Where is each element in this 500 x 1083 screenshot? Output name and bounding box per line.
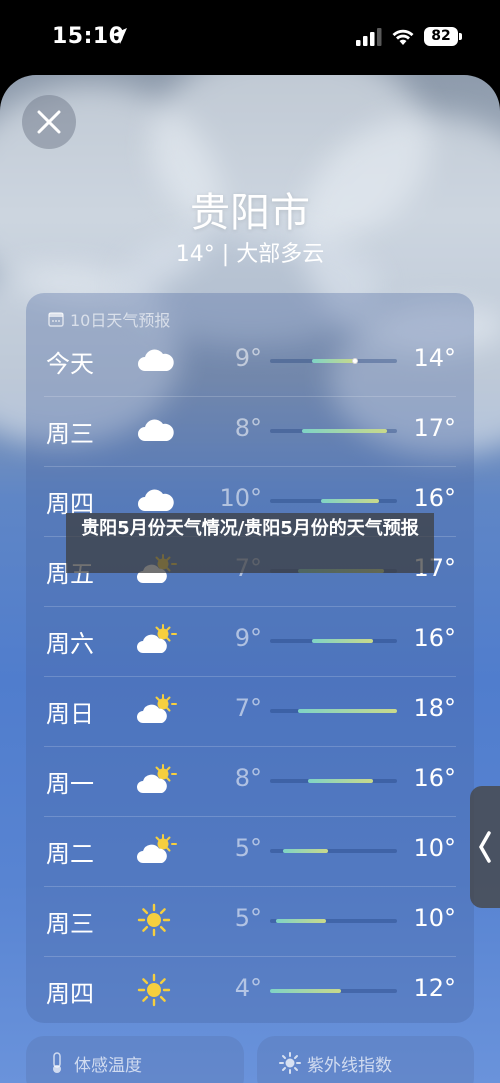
high-temp: 16° xyxy=(413,764,456,792)
low-temp: 8° xyxy=(234,764,262,792)
feels-like-label: 体感温度 xyxy=(74,1056,142,1076)
day-label: 周日 xyxy=(46,700,94,728)
ten-day-forecast-card: 10日天气预报 今天9°14°周三8°17°周四10°16°周五7°17°周六9… xyxy=(26,293,474,1023)
temp-range-track xyxy=(270,919,397,923)
temp-range-fill xyxy=(276,919,326,923)
high-temp: 12° xyxy=(413,974,456,1002)
day-label: 周一 xyxy=(46,770,94,798)
low-temp: 4° xyxy=(234,974,262,1002)
temp-range-fill xyxy=(320,499,380,503)
high-temp: 10° xyxy=(413,904,456,932)
temp-range-track xyxy=(270,989,397,993)
city-name: 贵阳市 xyxy=(190,190,310,236)
cellular-signal-icon xyxy=(356,28,382,46)
forecast-row[interactable]: 今天 9° 14° xyxy=(26,326,474,396)
row-divider xyxy=(44,746,456,747)
high-temp: 14° xyxy=(413,344,456,372)
high-temp: 16° xyxy=(413,484,456,512)
calendar-icon xyxy=(48,312,64,327)
low-temp: 5° xyxy=(234,834,262,862)
temp-range-track xyxy=(270,358,397,364)
location-arrow-icon xyxy=(111,28,127,44)
partly-sunny-icon xyxy=(136,832,177,868)
forecast-row[interactable]: 周二 5° 10° xyxy=(26,816,474,886)
temp-range-fill xyxy=(301,429,387,433)
temp-range-track xyxy=(270,429,397,433)
forecast-row[interactable]: 周三 5° 10° xyxy=(26,886,474,956)
day-label: 周二 xyxy=(46,840,94,868)
side-handle[interactable] xyxy=(470,786,500,908)
temp-range-fill xyxy=(297,709,397,713)
high-temp: 18° xyxy=(413,694,456,722)
high-temp: 17° xyxy=(413,414,456,442)
low-temp: 7° xyxy=(234,694,262,722)
uv-index-card[interactable]: 紫外线指数 xyxy=(257,1036,474,1083)
row-divider xyxy=(44,816,456,817)
partly-sunny-icon xyxy=(136,762,177,798)
thermometer-icon xyxy=(53,1052,61,1073)
forecast-row[interactable]: 周一 8° 16° xyxy=(26,746,474,816)
row-divider xyxy=(44,606,456,607)
low-temp: 8° xyxy=(234,414,262,442)
row-divider xyxy=(44,466,456,467)
temp-range-track xyxy=(270,779,397,783)
sun-icon xyxy=(136,972,176,1008)
day-label: 周四 xyxy=(46,980,94,1008)
day-label: 周三 xyxy=(46,420,94,448)
current-summary: 14° | 大部多云 xyxy=(175,242,325,267)
temp-range-track xyxy=(270,499,397,503)
temp-range-fill xyxy=(270,989,342,993)
forecast-row[interactable]: 周六 9° 16° xyxy=(26,606,474,676)
cloud-icon xyxy=(136,342,176,378)
partly-sunny-icon xyxy=(136,622,177,658)
low-temp: 5° xyxy=(234,904,262,932)
sun-small-icon xyxy=(279,1052,301,1074)
temp-range-fill xyxy=(311,359,356,363)
temp-range-fill xyxy=(282,849,329,853)
sun-icon xyxy=(136,902,176,938)
temp-range-fill xyxy=(311,639,373,643)
low-temp: 9° xyxy=(234,624,262,652)
row-divider xyxy=(44,676,456,677)
day-label: 周三 xyxy=(46,910,94,938)
current-temp-dot xyxy=(352,358,359,364)
forecast-row[interactable]: 周日 7° 18° xyxy=(26,676,474,746)
battery-indicator: 82 xyxy=(424,27,458,46)
low-temp: 10° xyxy=(219,484,262,512)
temp-range-fill xyxy=(308,779,373,783)
cloud-icon xyxy=(136,412,176,448)
row-divider xyxy=(44,886,456,887)
day-label: 今天 xyxy=(46,350,94,378)
partly-sunny-icon xyxy=(136,692,177,728)
chevron-left-icon xyxy=(478,831,491,863)
row-divider xyxy=(44,956,456,957)
day-label: 周六 xyxy=(46,630,94,658)
close-button[interactable] xyxy=(22,95,76,149)
wifi-icon xyxy=(392,29,414,45)
feels-like-card[interactable]: 体感温度 xyxy=(26,1036,244,1083)
high-temp: 10° xyxy=(413,834,456,862)
uv-index-label: 紫外线指数 xyxy=(307,1056,392,1076)
forecast-row[interactable]: 周三 8° 17° xyxy=(26,396,474,466)
close-icon xyxy=(37,110,61,134)
forecast-row[interactable]: 周四 4° 12° xyxy=(26,956,474,1026)
high-temp: 16° xyxy=(413,624,456,652)
temp-range-track xyxy=(270,849,397,853)
temp-range-track xyxy=(270,639,397,643)
battery-tip xyxy=(459,33,462,40)
status-bar: 15:10 82 xyxy=(0,0,500,75)
temp-range-track xyxy=(270,709,397,713)
row-divider xyxy=(44,396,456,397)
low-temp: 9° xyxy=(234,344,262,372)
caption-overlay: 贵阳5月份天气情况/贵阳5月份的天气预报 xyxy=(66,513,434,573)
